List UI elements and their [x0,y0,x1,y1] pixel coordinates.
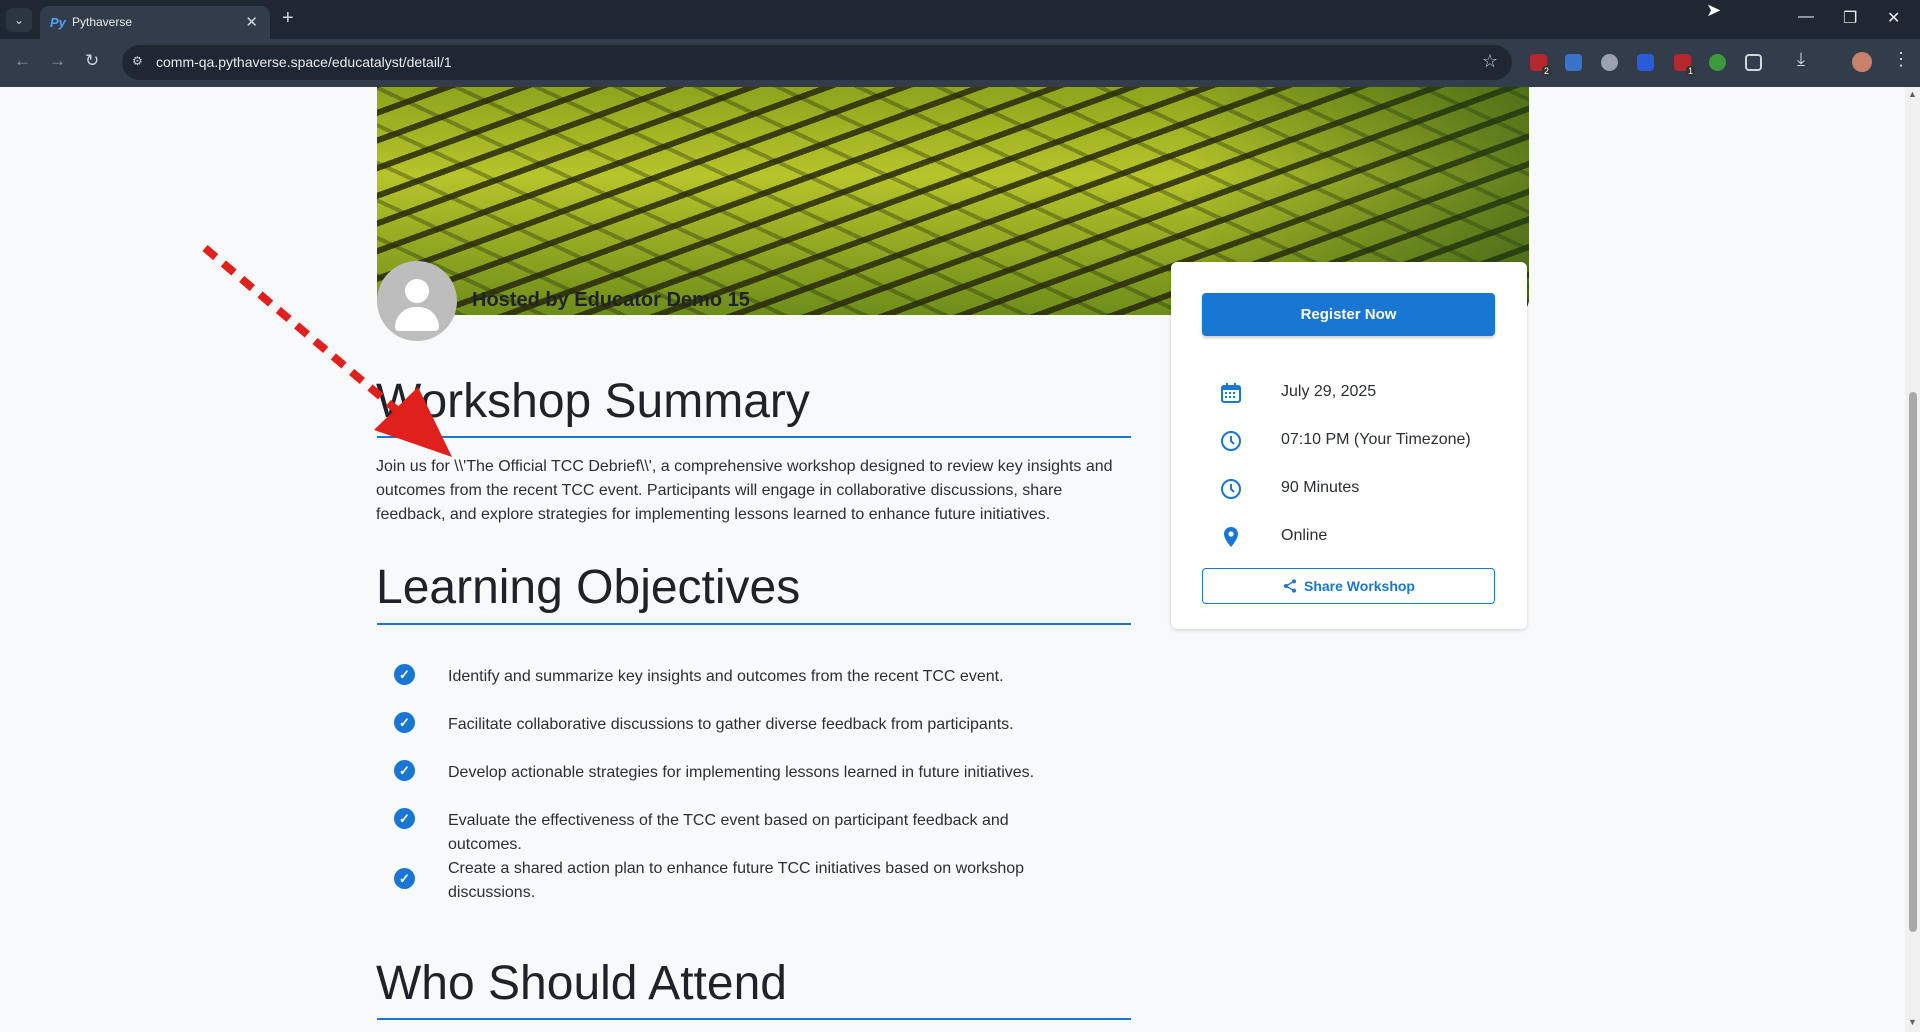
url-text: comm-qa.pythaverse.space/educatalyst/det… [156,54,452,70]
forward-icon[interactable]: → [49,51,66,71]
scroll-up-icon[interactable]: ▲ [1908,89,1917,99]
location-pin-icon [1224,527,1238,547]
check-circle-icon: ✓ [394,808,415,829]
extension-translate-icon[interactable] [1565,54,1582,71]
extension-database-icon[interactable] [1601,54,1618,71]
mouse-cursor-icon: ➤ [1706,0,1722,20]
extension-zip-icon[interactable] [1637,54,1654,71]
workshop-details-card: Register Now July 29, 2025 07:10 PM (You… [1171,262,1527,629]
calendar-icon [1221,383,1241,403]
clock-icon [1221,431,1241,451]
time-row: 07:10 PM (Your Timezone) [1219,429,1509,453]
extension-green-icon[interactable] [1709,54,1726,71]
annotation-arrow [202,244,452,457]
page-content: Hosted by Educator Demo 15 Workshop Summ… [0,87,1905,1032]
workshop-time: 07:10 PM (Your Timezone) [1281,431,1471,448]
download-icon[interactable]: ⤓ [1797,49,1805,70]
reload-icon[interactable]: ↻ [85,51,99,71]
profile-avatar[interactable] [1852,52,1872,72]
clock-icon [1221,479,1241,499]
share-workshop-button[interactable]: Share Workshop [1202,568,1495,604]
workshop-location: Online [1281,527,1328,544]
browser-toolbar: ← → ↻ ⚙ comm-qa.pythaverse.space/educata… [0,39,1920,87]
browser-tab[interactable]: Py Pythaverse ✕ [40,6,270,39]
bookmark-star-icon[interactable]: ☆ [1482,51,1498,72]
learning-objectives-heading: Learning Objectives [376,561,801,614]
objective-text: Identify and summarize key insights and … [448,668,1004,685]
extensions-puzzle-icon[interactable] [1745,54,1762,71]
objective-text: Facilitate collaborative discussions to … [448,716,1014,733]
share-workshop-label: Share Workshop [1304,578,1415,594]
scroll-down-icon[interactable]: ▼ [1908,1017,1917,1027]
new-tab-icon[interactable]: + [282,7,294,30]
check-circle-icon: ✓ [394,664,415,685]
share-icon [1284,579,1296,593]
check-circle-icon: ✓ [394,868,415,889]
objective-text: Create a shared action plan to enhance f… [448,860,1025,901]
location-row: Online [1219,525,1509,549]
tab-title: Pythaverse [72,15,133,29]
extension-ublock-icon[interactable]: 1 [1674,54,1695,76]
extension-red-icon[interactable]: 2 [1530,54,1551,76]
minimize-icon[interactable]: — [1798,8,1814,26]
workshop-duration: 90 Minutes [1281,479,1360,496]
restore-icon[interactable]: ❐ [1843,8,1857,28]
workshop-date: July 29, 2025 [1281,383,1377,400]
page-scrollbar[interactable]: ▲ ▼ [1905,87,1920,1032]
pythaverse-favicon-icon: Py [50,15,66,30]
browser-tab-bar: ⌄ Py Pythaverse ✕ + — ❐ ✕ [0,0,1920,39]
close-window-icon[interactable]: ✕ [1887,8,1900,28]
objective-text: Evaluate the effectiveness of the TCC ev… [448,812,1009,853]
close-tab-icon[interactable]: ✕ [245,13,258,31]
site-info-icon[interactable]: ⚙ [132,54,146,68]
back-icon[interactable]: ← [14,51,31,71]
check-circle-icon: ✓ [394,712,415,733]
objective-text: Develop actionable strategies for implem… [448,764,1035,781]
watermark: ▒▒▒▒▒▒ [1670,955,1785,982]
scrollbar-thumb[interactable] [1909,392,1917,932]
check-circle-icon: ✓ [394,760,415,781]
duration-row: 90 Minutes [1219,477,1509,501]
address-bar[interactable]: ⚙ comm-qa.pythaverse.space/educatalyst/d… [122,45,1512,80]
objectives-divider [377,623,1131,625]
date-row: July 29, 2025 [1219,381,1509,405]
attend-divider [377,1018,1131,1020]
tab-search-button[interactable]: ⌄ [6,8,32,32]
register-now-button[interactable]: Register Now [1202,293,1495,336]
who-should-attend-heading: Who Should Attend [376,957,787,1010]
browser-menu-icon[interactable]: ⋮ [1892,49,1910,70]
